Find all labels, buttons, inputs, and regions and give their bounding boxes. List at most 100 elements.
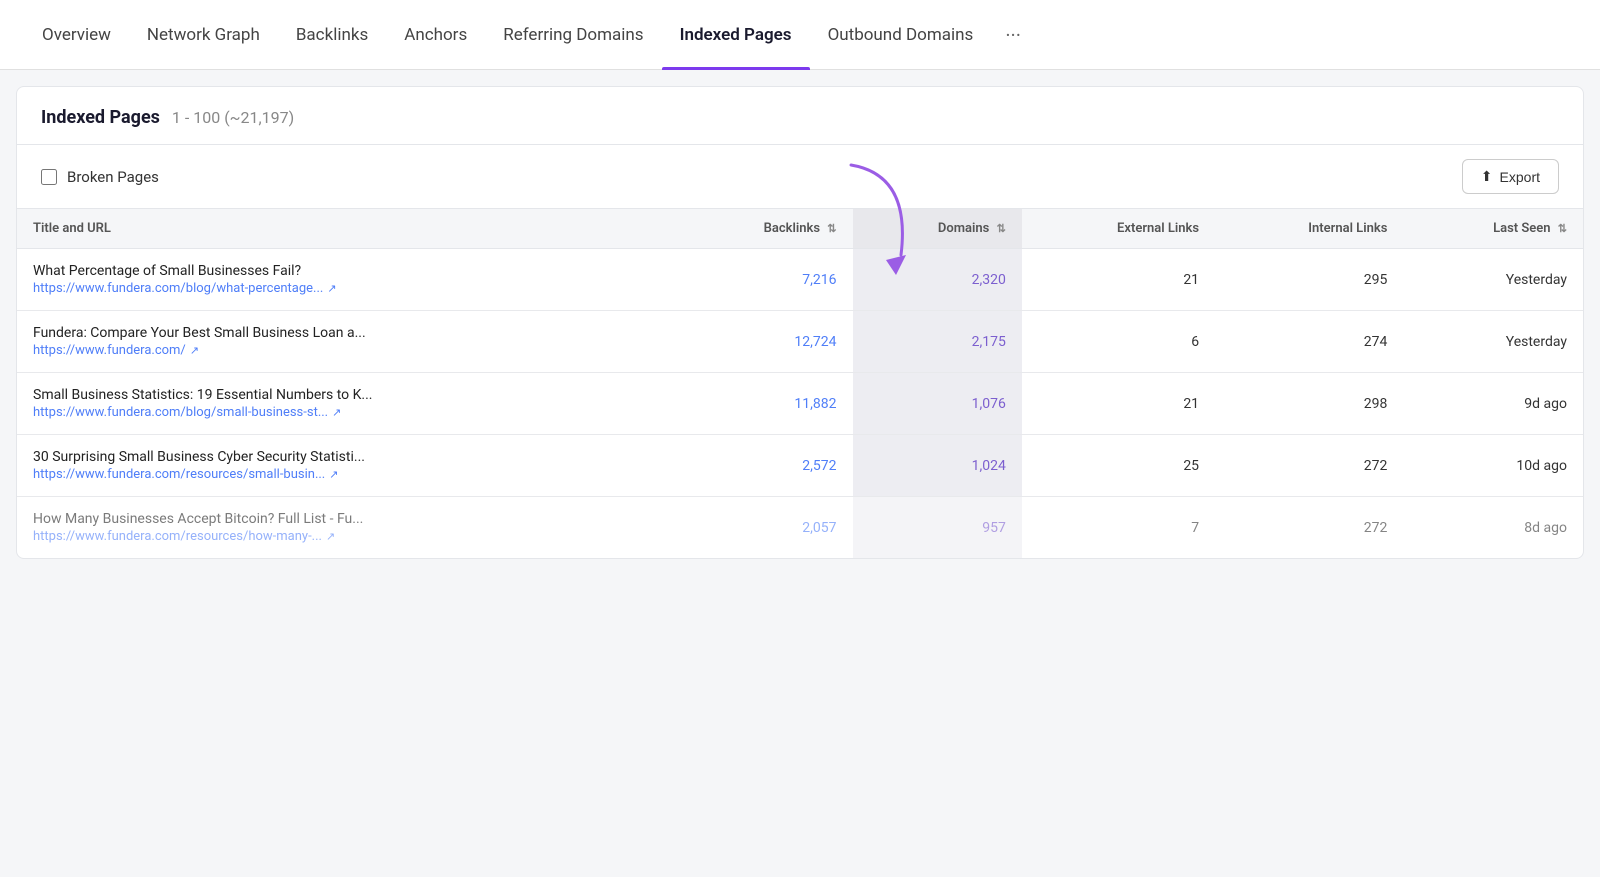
cell-internal-links-0: 295 — [1215, 249, 1403, 311]
export-label: Export — [1500, 169, 1540, 185]
row-url-2[interactable]: https://www.fundera.com/blog/small-busin… — [33, 405, 659, 420]
indexed-pages-table: Title and URL Backlinks ⇅ Domains ⇅ Exte… — [17, 209, 1583, 558]
nav-label-outbound-domains: Outbound Domains — [828, 25, 974, 45]
col-header-external-links: External Links — [1022, 209, 1215, 249]
cell-last-seen-2: 9d ago — [1403, 373, 1583, 435]
row-url-1[interactable]: https://www.fundera.com/ ↗ — [33, 343, 659, 358]
page-header: Indexed Pages 1 - 100 (~21,197) — [17, 87, 1583, 145]
cell-domains-1: 2,175 — [853, 311, 1022, 373]
page-count: 1 - 100 (~21,197) — [172, 108, 294, 127]
cell-external-links-3: 25 — [1022, 435, 1215, 497]
cell-domains-3: 1,024 — [853, 435, 1022, 497]
table-row: Small Business Statistics: 19 Essential … — [17, 373, 1583, 435]
broken-pages-filter[interactable]: Broken Pages — [41, 168, 159, 186]
table-header-row: Title and URL Backlinks ⇅ Domains ⇅ Exte… — [17, 209, 1583, 249]
row-title-3: 30 Surprising Small Business Cyber Secur… — [33, 449, 659, 465]
nav-item-network-graph[interactable]: Network Graph — [129, 0, 278, 70]
cell-external-links-0: 21 — [1022, 249, 1215, 311]
url-link-4[interactable]: https://www.fundera.com/resources/how-ma… — [33, 529, 322, 544]
cell-backlinks-4: 2,057 — [675, 497, 853, 559]
col-header-last-seen[interactable]: Last Seen ⇅ — [1403, 209, 1583, 249]
cell-backlinks-1: 12,724 — [675, 311, 853, 373]
nav-item-outbound-domains[interactable]: Outbound Domains — [810, 0, 992, 70]
nav-item-backlinks[interactable]: Backlinks — [278, 0, 386, 70]
url-link-1[interactable]: https://www.fundera.com/ — [33, 343, 186, 358]
external-link-icon-4: ↗ — [326, 530, 335, 543]
cell-external-links-4: 7 — [1022, 497, 1215, 559]
row-url-4[interactable]: https://www.fundera.com/resources/how-ma… — [33, 529, 659, 544]
col-external-links-label: External Links — [1117, 221, 1199, 236]
navigation-bar: Overview Network Graph Backlinks Anchors… — [0, 0, 1600, 70]
row-title-0: What Percentage of Small Businesses Fail… — [33, 263, 659, 279]
broken-pages-checkbox[interactable] — [41, 169, 57, 185]
col-header-backlinks[interactable]: Backlinks ⇅ — [675, 209, 853, 249]
export-icon: ⬆ — [1481, 168, 1493, 185]
cell-backlinks-2: 11,882 — [675, 373, 853, 435]
broken-pages-label: Broken Pages — [67, 168, 159, 186]
nav-label-backlinks: Backlinks — [296, 25, 368, 45]
cell-last-seen-3: 10d ago — [1403, 435, 1583, 497]
row-title-1: Fundera: Compare Your Best Small Busines… — [33, 325, 659, 341]
row-url-0[interactable]: https://www.fundera.com/blog/what-percen… — [33, 281, 659, 296]
row-url-3[interactable]: https://www.fundera.com/resources/small-… — [33, 467, 659, 482]
nav-label-referring-domains: Referring Domains — [503, 25, 643, 45]
nav-more-button[interactable]: ··· — [995, 0, 1031, 70]
row-title-4: How Many Businesses Accept Bitcoin? Full… — [33, 511, 659, 527]
nav-more-icon: ··· — [1005, 23, 1021, 47]
cell-title-url-0: What Percentage of Small Businesses Fail… — [17, 249, 675, 311]
main-content: Indexed Pages 1 - 100 (~21,197) Broken P… — [16, 86, 1584, 559]
row-title-2: Small Business Statistics: 19 Essential … — [33, 387, 659, 403]
table-row: Fundera: Compare Your Best Small Busines… — [17, 311, 1583, 373]
cell-internal-links-4: 272 — [1215, 497, 1403, 559]
col-header-internal-links: Internal Links — [1215, 209, 1403, 249]
nav-label-indexed-pages: Indexed Pages — [680, 25, 792, 45]
nav-item-referring-domains[interactable]: Referring Domains — [485, 0, 661, 70]
cell-domains-0: 2,320 — [853, 249, 1022, 311]
col-header-title-url: Title and URL — [17, 209, 675, 249]
external-link-icon-1: ↗ — [190, 344, 199, 357]
external-link-icon-2: ↗ — [332, 406, 341, 419]
url-link-2[interactable]: https://www.fundera.com/blog/small-busin… — [33, 405, 328, 420]
nav-item-overview[interactable]: Overview — [24, 0, 129, 70]
col-backlinks-label: Backlinks — [764, 221, 820, 236]
nav-label-network-graph: Network Graph — [147, 25, 260, 45]
col-domains-label: Domains — [938, 221, 989, 236]
export-button[interactable]: ⬆ Export — [1462, 159, 1559, 194]
cell-last-seen-0: Yesterday — [1403, 249, 1583, 311]
external-link-icon-0: ↗ — [327, 282, 336, 295]
cell-external-links-1: 6 — [1022, 311, 1215, 373]
cell-internal-links-1: 274 — [1215, 311, 1403, 373]
table-row: What Percentage of Small Businesses Fail… — [17, 249, 1583, 311]
cell-domains-4: 957 — [853, 497, 1022, 559]
page-title: Indexed Pages — [41, 107, 160, 128]
cell-external-links-2: 21 — [1022, 373, 1215, 435]
domains-sort-icon: ⇅ — [997, 222, 1006, 235]
col-header-domains[interactable]: Domains ⇅ — [853, 209, 1022, 249]
col-title-url-label: Title and URL — [33, 221, 111, 236]
external-link-icon-3: ↗ — [329, 468, 338, 481]
cell-last-seen-1: Yesterday — [1403, 311, 1583, 373]
backlinks-sort-icon: ⇅ — [827, 222, 836, 235]
table-row: 30 Surprising Small Business Cyber Secur… — [17, 435, 1583, 497]
cell-internal-links-2: 298 — [1215, 373, 1403, 435]
cell-backlinks-0: 7,216 — [675, 249, 853, 311]
cell-title-url-4: How Many Businesses Accept Bitcoin? Full… — [17, 497, 675, 559]
cell-domains-2: 1,076 — [853, 373, 1022, 435]
toolbar: Broken Pages ⬆ Export — [17, 145, 1583, 209]
nav-item-anchors[interactable]: Anchors — [386, 0, 485, 70]
nav-label-overview: Overview — [42, 25, 111, 45]
cell-title-url-3: 30 Surprising Small Business Cyber Secur… — [17, 435, 675, 497]
col-last-seen-label: Last Seen — [1493, 221, 1550, 236]
nav-item-indexed-pages[interactable]: Indexed Pages — [662, 0, 810, 70]
cell-title-url-2: Small Business Statistics: 19 Essential … — [17, 373, 675, 435]
nav-label-anchors: Anchors — [404, 25, 467, 45]
cell-title-url-1: Fundera: Compare Your Best Small Busines… — [17, 311, 675, 373]
last-seen-sort-icon: ⇅ — [1558, 222, 1567, 235]
cell-backlinks-3: 2,572 — [675, 435, 853, 497]
col-internal-links-label: Internal Links — [1308, 221, 1387, 236]
url-link-0[interactable]: https://www.fundera.com/blog/what-percen… — [33, 281, 323, 296]
url-link-3[interactable]: https://www.fundera.com/resources/small-… — [33, 467, 325, 482]
table-row: How Many Businesses Accept Bitcoin? Full… — [17, 497, 1583, 559]
cell-last-seen-4: 8d ago — [1403, 497, 1583, 559]
cell-internal-links-3: 272 — [1215, 435, 1403, 497]
